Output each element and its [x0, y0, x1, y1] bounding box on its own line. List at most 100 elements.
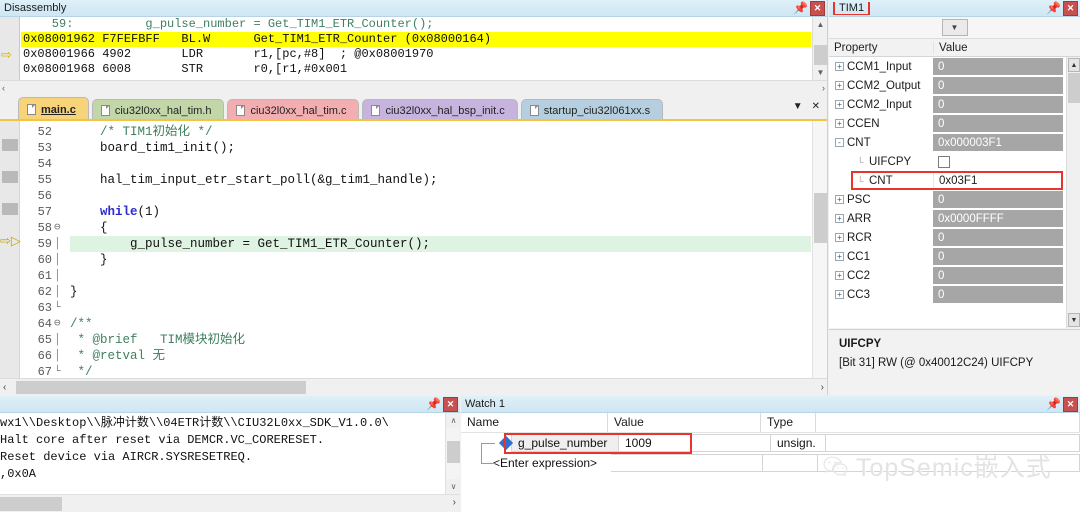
watch-table-rows[interactable]: g_pulse_number 1009 unsign. <Enter expressi… — [461, 433, 1080, 512]
scroll-right-icon[interactable]: › — [821, 382, 824, 393]
property-row[interactable]: + CC2 0 — [829, 266, 1066, 285]
editor-text-area[interactable]: ⇨▷ 52 53 54 55 56 57 58 59 60 61 62 63 64 65 66 67 ⊖ │ │ │… — [0, 121, 827, 395]
close-icon[interactable]: ✕ — [1063, 396, 1078, 412]
property-row[interactable]: └ UIFCPY — [829, 152, 1066, 171]
property-value[interactable]: 0 — [933, 286, 1063, 303]
editor-fold-marker[interactable]: ⊖ — [54, 220, 68, 236]
editor-code-line[interactable] — [70, 156, 811, 172]
scrollbar-thumb[interactable] — [0, 497, 62, 511]
scroll-left-icon[interactable]: ‹ — [2, 83, 5, 93]
collapse-icon[interactable]: - — [835, 138, 844, 147]
pin-icon[interactable]: 📌 — [1046, 1, 1061, 16]
property-row[interactable]: + CC1 0 — [829, 247, 1066, 266]
editor-code-line[interactable] — [70, 188, 811, 204]
editor-code-line[interactable] — [70, 300, 811, 316]
editor-fold-marker[interactable] — [54, 156, 68, 172]
editor-code-line[interactable] — [70, 268, 811, 284]
property-row[interactable]: + RCR 0 — [829, 228, 1066, 247]
watch-expression-name[interactable]: <Enter expression> — [493, 454, 611, 472]
close-icon[interactable]: ✕ — [812, 101, 820, 112]
property-value[interactable]: 0 — [933, 115, 1063, 132]
watch-expression-value[interactable] — [611, 454, 763, 472]
disassembly-line[interactable]: 0x08001968 6008 STR r0,[r1,#0x001 — [21, 62, 811, 77]
editor-code-line[interactable]: /* TIM1初始化 */ — [70, 124, 811, 140]
disassembly-line[interactable]: 0x08001962 F7FEFBFF BL.W Get_TIM1_ETR_Co… — [21, 32, 811, 47]
property-value[interactable]: 0x000003F1 — [933, 134, 1063, 151]
expand-icon[interactable]: + — [835, 271, 844, 280]
editor-tab-ciu32l0xx-hal-bsp-init-c[interactable]: ciu32l0xx_hal_bsp_init.c — [362, 99, 518, 121]
scrollbar-thumb[interactable] — [814, 45, 827, 67]
editor-tab-ciu32l0xx-hal-tim-h[interactable]: ciu32l0xx_hal_tim.h — [91, 99, 225, 121]
property-value[interactable]: 0x03F1 — [933, 172, 1063, 189]
property-row[interactable]: + CCEN 0 — [829, 114, 1066, 133]
editor-tab-startup-ciu32l061xx-s[interactable]: startup_ciu32l061xx.s — [520, 99, 664, 121]
scrollbar-thumb[interactable] — [1068, 73, 1080, 103]
editor-vertical-scrollbar[interactable] — [812, 121, 827, 378]
property-row[interactable]: └ CNT 0x03F1 — [829, 171, 1066, 190]
editor-fold-markers[interactable]: ⊖ │ │ │ │ └ ⊖ │ │ └ — [54, 121, 68, 378]
chevron-down-icon[interactable]: ▼ — [941, 19, 968, 36]
property-row[interactable]: - CNT 0x000003F1 — [829, 133, 1066, 152]
scroll-right-icon[interactable]: › — [453, 497, 456, 508]
property-vertical-scrollbar[interactable]: ▲ ▼ — [1066, 57, 1080, 328]
console-output[interactable]: wx1\\Desktop\\脉冲计数\\04ETR计数\\CIU32L0xx_S… — [0, 415, 444, 494]
scroll-up-icon[interactable]: ▲ — [1068, 58, 1080, 72]
disassembly-line[interactable]: 0x08001966 4902 LDR r1,[pc,#8] ; @0x0800… — [21, 47, 811, 62]
watch-row[interactable]: <Enter expression> — [461, 453, 1080, 473]
editor-code-line[interactable]: board_tim1_init(); — [70, 140, 811, 156]
editor-fold-marker[interactable]: ⊖ — [54, 316, 68, 332]
watch-row[interactable]: g_pulse_number 1009 unsign. — [461, 433, 1080, 463]
property-value[interactable]: 0 — [933, 229, 1063, 246]
editor-fold-marker[interactable]: │ — [54, 348, 68, 364]
property-table-rows[interactable]: + CCM1_Input 0 + CCM2_Output 0 + CCM2_Input 0 + CC… — [829, 57, 1066, 328]
editor-fold-marker[interactable]: │ — [54, 284, 68, 300]
editor-fold-marker[interactable]: │ — [54, 268, 68, 284]
chevron-down-icon[interactable]: ▼ — [793, 101, 803, 112]
scroll-left-icon[interactable]: ‹ — [3, 382, 6, 393]
editor-fold-marker[interactable] — [54, 140, 68, 156]
expand-icon[interactable]: + — [835, 62, 844, 71]
disassembly-vertical-scrollbar[interactable]: ▲ ▼ — [812, 17, 827, 80]
expand-icon[interactable]: + — [835, 100, 844, 109]
property-row[interactable]: + CCM2_Output 0 — [829, 76, 1066, 95]
scroll-down-icon[interactable]: ∨ — [446, 479, 460, 494]
editor-source-code[interactable]: /* TIM1初始化 */ board_tim1_init(); hal_tim… — [70, 121, 811, 379]
expand-icon[interactable]: + — [835, 233, 844, 242]
expand-icon[interactable]: + — [835, 290, 844, 299]
disassembly-listing[interactable]: 59: g_pulse_number = Get_TIM1_ETR_Counte… — [21, 17, 811, 80]
editor-fold-marker[interactable]: │ — [54, 252, 68, 268]
property-row[interactable]: + CC3 0 — [829, 285, 1066, 304]
property-value[interactable]: 0 — [933, 77, 1063, 94]
editor-breakpoint-bar[interactable]: ⇨▷ — [0, 121, 21, 378]
console-body[interactable]: wx1\\Desktop\\脉冲计数\\04ETR计数\\CIU32L0xx_S… — [0, 413, 460, 512]
console-vertical-scrollbar[interactable]: ∧ ∨ — [445, 413, 460, 494]
editor-horizontal-scrollbar[interactable]: ‹ › — [0, 378, 827, 395]
property-value[interactable]: 0 — [933, 248, 1063, 265]
editor-fold-marker[interactable]: └ — [54, 300, 68, 316]
pin-icon[interactable]: 📌 — [426, 397, 441, 412]
close-icon[interactable]: ✕ — [810, 0, 825, 16]
property-value[interactable]: 0 — [933, 267, 1063, 284]
editor-fold-marker[interactable]: │ — [54, 332, 68, 348]
expand-icon[interactable]: + — [835, 214, 844, 223]
property-row[interactable]: + CCM2_Input 0 — [829, 95, 1066, 114]
scroll-right-icon[interactable]: › — [822, 83, 825, 93]
editor-code-line[interactable]: /** — [70, 316, 811, 332]
editor-code-line[interactable]: g_pulse_number = Get_TIM1_ETR_Counter(); — [70, 236, 811, 252]
property-row[interactable]: + ARR 0x0000FFFF — [829, 209, 1066, 228]
disassembly-line[interactable]: 59: g_pulse_number = Get_TIM1_ETR_Counte… — [21, 17, 811, 32]
pin-icon[interactable]: 📌 — [793, 1, 808, 16]
checkbox[interactable] — [938, 155, 950, 168]
expand-icon[interactable]: + — [835, 195, 844, 204]
close-icon[interactable]: ✕ — [443, 396, 458, 412]
scroll-down-icon[interactable]: ▼ — [813, 65, 827, 80]
scrollbar-thumb[interactable] — [447, 441, 460, 463]
pin-icon[interactable]: 📌 — [1046, 397, 1061, 412]
close-icon[interactable]: ✕ — [1063, 0, 1078, 16]
expand-icon[interactable]: + — [835, 81, 844, 90]
expand-icon[interactable]: + — [835, 119, 844, 128]
editor-fold-marker[interactable] — [54, 172, 68, 188]
editor-code-line[interactable]: } — [70, 252, 811, 268]
editor-fold-marker[interactable] — [54, 204, 68, 220]
editor-tab-ciu32l0xx-hal-tim-c[interactable]: ciu32l0xx_hal_tim.c — [227, 99, 360, 121]
